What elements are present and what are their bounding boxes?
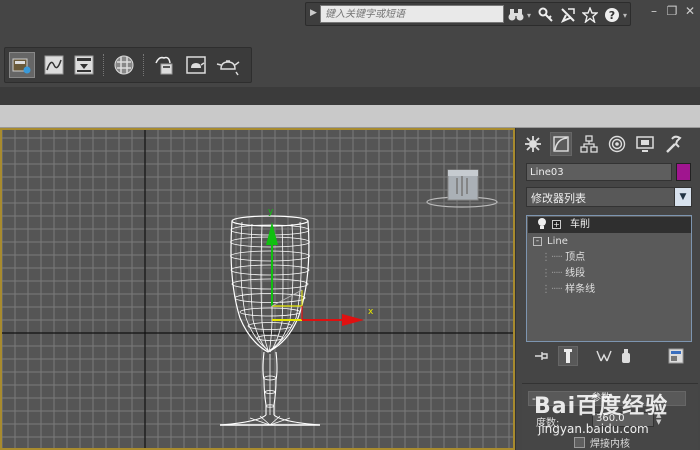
viewport-canvas[interactable]: x y <box>2 130 513 448</box>
show-end-result-icon[interactable] <box>558 346 578 366</box>
communication-center-icon[interactable] <box>558 6 578 24</box>
command-panel-tabs <box>520 130 696 158</box>
stack-item-lathe-label: 车削 <box>570 219 590 230</box>
perspective-viewport[interactable]: x y <box>0 128 515 450</box>
stack-item-line[interactable]: - Line <box>533 234 568 250</box>
svg-text:?: ? <box>609 9 615 22</box>
parameters-rollout-title: 参数 <box>591 393 611 404</box>
y-axis-label: y <box>268 207 274 217</box>
render-setup-icon[interactable] <box>71 52 97 78</box>
viewcube[interactable] <box>426 169 498 208</box>
remove-modifier-icon[interactable] <box>616 346 636 366</box>
curve-editor-icon[interactable] <box>41 52 67 78</box>
hierarchy-icon[interactable] <box>578 132 600 156</box>
render-frame-icon[interactable] <box>151 52 177 78</box>
collapse-minus-icon[interactable]: - <box>533 236 542 246</box>
help-dropdown-icon[interactable]: ▾ <box>620 6 630 24</box>
weld-core-checkbox[interactable] <box>574 437 585 448</box>
window-controls: – ❐ ✕ <box>648 4 696 18</box>
parameters-rollout: - 参数 度数: 360.0 ▲ ▼ 焊接内核 <box>522 383 698 450</box>
info-center-bar: ▶ ▾ ? ▾ <box>305 2 631 26</box>
stack-item-lathe[interactable]: + 车削 <box>528 217 691 233</box>
main-toolbar <box>0 30 700 87</box>
favorites-star-icon[interactable] <box>580 6 600 24</box>
stack-subitem-segment-label: 线段 <box>565 268 586 279</box>
chevron-down-icon[interactable]: ▼ <box>674 188 691 206</box>
minimize-icon[interactable]: – <box>648 4 660 18</box>
degrees-input[interactable]: 360.0 <box>592 412 654 427</box>
toolbar-separator <box>103 54 105 76</box>
render-teapot-icon[interactable] <box>183 52 209 78</box>
degrees-spinner[interactable]: ▲ ▼ <box>656 412 664 427</box>
restore-icon[interactable]: ❐ <box>666 4 678 18</box>
key-icon[interactable] <box>536 6 556 24</box>
stack-subitem-vertex[interactable]: ⋮····· 顶点 <box>541 250 585 266</box>
scene-explorer-icon[interactable] <box>9 52 35 78</box>
stack-subitem-vertex-label: 顶点 <box>565 252 586 263</box>
modifier-list-dropdown[interactable]: 修改器列表 ▼ <box>526 187 692 207</box>
ribbon-band <box>0 87 700 105</box>
collapse-minus-icon[interactable]: - <box>532 392 536 405</box>
search-input[interactable] <box>320 5 504 23</box>
object-name-field[interactable]: Line03 <box>526 163 672 181</box>
stack-subitem-segment[interactable]: ⋮····· 线段 <box>541 266 585 282</box>
degrees-label: 度数: <box>536 418 560 429</box>
ribbon-panel <box>0 105 700 128</box>
expand-plus-icon[interactable]: + <box>552 220 561 229</box>
x-axis-label: x <box>368 307 374 317</box>
material-editor-icon[interactable] <box>111 52 137 78</box>
toolbar-separator <box>143 54 145 76</box>
object-color-swatch[interactable] <box>676 163 691 181</box>
dropdown-arrow-icon[interactable]: ▾ <box>524 6 534 24</box>
render-toolbar-group <box>4 47 252 83</box>
display-icon[interactable] <box>634 132 656 156</box>
stack-tools <box>526 343 692 369</box>
help-icon[interactable]: ? <box>602 6 622 24</box>
parameters-rollout-header[interactable]: - 参数 <box>528 391 686 406</box>
pin-stack-icon[interactable] <box>532 346 552 366</box>
make-unique-icon[interactable] <box>594 346 614 366</box>
motion-icon[interactable] <box>606 132 628 156</box>
command-panel: Line03 修改器列表 ▼ + 车削 - Line ⋮····· 顶点 ⋮···… <box>515 128 700 450</box>
stack-subitem-spline[interactable]: ⋮····· 样条线 <box>541 282 595 298</box>
stack-item-line-label: Line <box>547 236 568 247</box>
weld-core-label: 焊接内核 <box>590 439 630 450</box>
configure-modifier-sets-icon[interactable] <box>666 346 686 366</box>
utilities-icon[interactable] <box>662 132 684 156</box>
binoculars-icon[interactable] <box>506 6 526 24</box>
quick-render-teapot-icon[interactable] <box>215 52 241 78</box>
modifier-stack: + 车削 - Line ⋮····· 顶点 ⋮····· 线段 ⋮····· 样条… <box>526 215 692 342</box>
modify-icon[interactable] <box>550 132 572 156</box>
modifier-list-label: 修改器列表 <box>531 192 586 205</box>
create-icon[interactable] <box>522 132 544 156</box>
title-bar: ▶ ▾ ? ▾ – ❐ ✕ <box>0 0 700 30</box>
stack-subitem-spline-label: 样条线 <box>565 284 596 295</box>
close-icon[interactable]: ✕ <box>684 4 696 18</box>
collapse-arrow-icon[interactable]: ▶ <box>310 8 317 18</box>
